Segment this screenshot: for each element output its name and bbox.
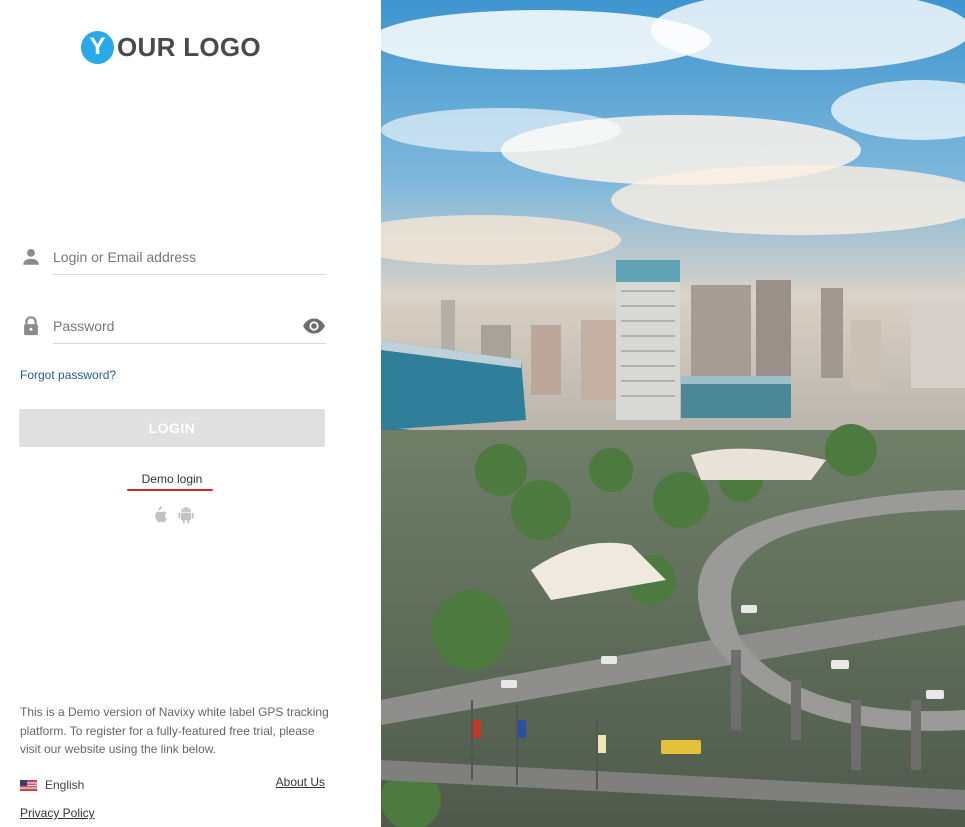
language-selector[interactable]: English	[20, 776, 84, 794]
city-photo-illustration	[381, 0, 965, 827]
about-us-link[interactable]: About Us	[276, 775, 325, 789]
user-icon	[23, 249, 39, 265]
demo-login-link[interactable]: Demo login	[0, 472, 344, 486]
privacy-policy-link[interactable]: Privacy Policy	[20, 806, 95, 820]
android-icon[interactable]	[177, 505, 195, 525]
logo: Y OUR LOGO	[81, 30, 261, 64]
login-input[interactable]	[53, 240, 326, 275]
password-input[interactable]	[53, 309, 326, 344]
lock-icon	[24, 316, 38, 336]
login-button[interactable]: LOGIN	[19, 409, 325, 447]
demo-version-note: This is a Demo version of Navixy white l…	[20, 705, 329, 756]
demo-login-underline	[127, 489, 213, 491]
us-flag-icon	[20, 779, 37, 791]
city-photo	[381, 0, 965, 827]
apple-icon[interactable]	[150, 505, 168, 525]
login-field	[20, 240, 326, 276]
eye-icon[interactable]	[302, 317, 326, 335]
login-panel: Y OUR LOGO Forgot password? LOGIN Demo l…	[0, 0, 380, 827]
logo-text: OUR LOGO	[117, 31, 261, 62]
password-field	[20, 309, 326, 345]
language-label: English	[45, 778, 85, 792]
app-store-icons	[150, 505, 196, 527]
forgot-password-link[interactable]: Forgot password?	[20, 368, 116, 382]
logo-mark: Y	[81, 30, 114, 64]
